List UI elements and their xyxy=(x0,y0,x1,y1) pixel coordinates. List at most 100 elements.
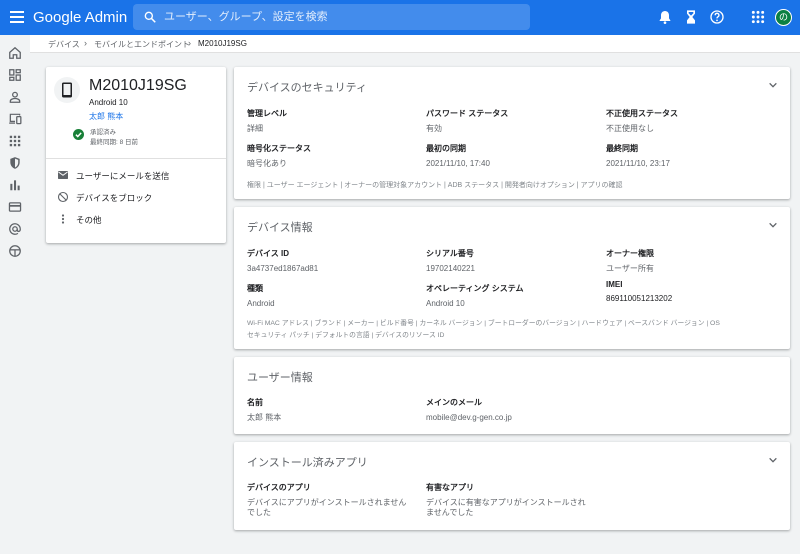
search-icon[interactable] xyxy=(143,10,157,24)
block-device-label: デバイスをブロック xyxy=(76,193,153,203)
security-shield-icon[interactable] xyxy=(8,156,22,170)
billing-card-icon[interactable] xyxy=(8,200,22,214)
last-sync-field: 最終同期 2021/11/10, 23:17 xyxy=(606,143,670,169)
last-sync: 最終同期: 8 日前 xyxy=(90,139,139,146)
smartphone-icon xyxy=(62,82,72,98)
google-admin-logo[interactable]: Google Admin xyxy=(33,9,127,26)
rules-icon[interactable] xyxy=(8,244,22,258)
breadcrumb-separator-icon: › xyxy=(188,38,191,48)
value-line: デバイスにアプリがインストールされません xyxy=(247,498,407,507)
device-status: 承認済み 最終同期: 8 日前 xyxy=(90,128,138,148)
imei-field: IMEI 869110051213202 xyxy=(606,280,672,304)
field-label: オーナー権限 xyxy=(606,249,654,258)
device-avatar xyxy=(54,77,80,103)
value-line: でした xyxy=(247,508,271,517)
field-value: 869110051213202 xyxy=(606,294,673,303)
first-sync-field: 最初の同期 2021/11/10, 17:40 xyxy=(426,143,490,169)
field-value: 詳細 xyxy=(247,124,263,133)
more-options-label: その他 xyxy=(76,215,102,225)
field-value: 3a4737ed1867ad81 xyxy=(247,264,319,273)
device-user-link[interactable]: 太郎 熊本 xyxy=(89,111,123,122)
divider xyxy=(46,158,226,159)
field-label: 最初の同期 xyxy=(426,144,466,153)
field-label: 暗号化ステータス xyxy=(247,144,311,153)
field-value: 有効 xyxy=(426,124,442,133)
device-type-field: 種類 Android xyxy=(247,283,275,309)
field-value: mobile@dev.g-gen.co.jp xyxy=(426,413,512,422)
account-avatar[interactable]: の xyxy=(775,9,792,26)
person-icon[interactable] xyxy=(8,90,22,104)
field-value: 太郎 熊本 xyxy=(247,413,282,422)
chevron-down-icon[interactable] xyxy=(768,455,778,465)
value-line: ませんでした xyxy=(426,508,474,517)
chevron-down-icon[interactable] xyxy=(768,80,778,90)
field-value: 不正使用なし xyxy=(606,124,654,133)
hamburger-menu-icon[interactable] xyxy=(10,11,24,23)
bell-icon[interactable] xyxy=(657,9,673,25)
panel-title[interactable]: インストール済みアプリ xyxy=(247,454,368,470)
field-label: 最終同期 xyxy=(606,144,638,153)
installed-apps-panel: インストール済みアプリ デバイスのアプリ デバイスにアプリがインストールされませ… xyxy=(234,442,790,530)
field-value: 暗号化あり xyxy=(247,159,287,168)
user-name-field: 名前 太郎 熊本 xyxy=(247,397,281,423)
field-value: Android xyxy=(247,299,275,308)
primary-email-field: メインのメール mobile@dev.g-gen.co.jp xyxy=(426,397,512,423)
panel-title[interactable]: ユーザー情報 xyxy=(247,369,313,385)
mail-icon xyxy=(58,171,68,179)
block-device-button[interactable]: デバイスをブロック xyxy=(46,188,226,208)
field-label: 名前 xyxy=(247,398,263,407)
send-email-button[interactable]: ユーザーにメールを送信 xyxy=(46,166,226,186)
search-box[interactable] xyxy=(133,4,530,30)
breadcrumb: デバイス › モバイルとエンドポイント › M2010J19SG xyxy=(30,35,800,53)
home-icon[interactable] xyxy=(8,46,22,60)
compromised-status-field: 不正使用ステータス 不正使用なし xyxy=(606,108,678,134)
field-label: シリアル番号 xyxy=(426,249,474,258)
dashboard-icon[interactable] xyxy=(8,68,22,82)
panel-title[interactable]: デバイス情報 xyxy=(247,219,313,235)
apps-icon[interactable] xyxy=(8,134,22,148)
devices-icon[interactable] xyxy=(8,112,22,126)
field-label: 有害なアプリ xyxy=(426,483,474,492)
left-nav-rail xyxy=(0,35,30,554)
user-info-panel: ユーザー情報 名前 太郎 熊本 メインのメール mobile@dev.g-gen… xyxy=(234,357,790,434)
search-input[interactable] xyxy=(164,4,524,30)
breadcrumb-current-device: M2010J19SG xyxy=(198,39,247,48)
field-label: 不正使用ステータス xyxy=(606,109,678,118)
encryption-status-field: 暗号化ステータス 暗号化あり xyxy=(247,143,311,169)
field-value: デバイスに有害なアプリがインストールされ ませんでした xyxy=(426,498,586,518)
breadcrumb-mobile-endpoints[interactable]: モバイルとエンドポイント xyxy=(94,39,190,50)
links-line[interactable]: セキュリティ パッチ | デフォルトの言語 | デバイスのリソース ID xyxy=(247,330,720,342)
field-label: デバイスのアプリ xyxy=(247,483,311,492)
account-at-icon[interactable] xyxy=(8,222,22,236)
ownership-field: オーナー権限 ユーザー所有 xyxy=(606,248,654,274)
chevron-down-icon[interactable] xyxy=(768,220,778,230)
device-apps-field: デバイスのアプリ デバイスにアプリがインストールされません でした xyxy=(247,482,406,518)
field-label: IMEI xyxy=(606,280,623,289)
more-options-button[interactable]: その他 xyxy=(46,210,226,230)
apps-grid-icon[interactable] xyxy=(750,9,766,25)
field-value: デバイスにアプリがインストールされません でした xyxy=(247,498,406,518)
field-label: パスワード ステータス xyxy=(426,109,509,118)
hourglass-icon[interactable] xyxy=(683,9,699,25)
panel-title[interactable]: デバイスのセキュリティ xyxy=(247,79,367,95)
links-line[interactable]: Wi-Fi MAC アドレス | ブランド | メーカー | ビルド番号 | カ… xyxy=(247,318,720,330)
serial-number-field: シリアル番号 19702140221 xyxy=(426,248,475,274)
breadcrumb-devices[interactable]: デバイス xyxy=(48,39,80,50)
reports-bar-chart-icon[interactable] xyxy=(8,178,22,192)
top-app-bar: Google Admin の xyxy=(0,0,800,35)
field-value: 2021/11/10, 23:17 xyxy=(606,159,670,168)
field-value: 19702140221 xyxy=(426,264,475,273)
device-os: Android 10 xyxy=(89,98,128,107)
field-value: Android 10 xyxy=(426,299,465,308)
send-email-label: ユーザーにメールを送信 xyxy=(76,171,170,181)
security-more-fields-links[interactable]: 権限 | ユーザー エージェント | オーナーの管理対象アカウント | ADB … xyxy=(247,180,623,192)
approval-status: 承認済み xyxy=(90,129,116,136)
device-id-field: デバイス ID 3a4737ed1867ad81 xyxy=(247,248,318,274)
check-circle-icon xyxy=(73,129,84,140)
help-icon[interactable] xyxy=(709,9,725,25)
value-line: デバイスに有害なアプリがインストールされ xyxy=(426,498,586,507)
field-label: メインのメール xyxy=(426,398,482,407)
field-label: 管理レベル xyxy=(247,109,287,118)
device-info-more-fields-links[interactable]: Wi-Fi MAC アドレス | ブランド | メーカー | ビルド番号 | カ… xyxy=(247,318,720,342)
field-label: デバイス ID xyxy=(247,249,289,258)
